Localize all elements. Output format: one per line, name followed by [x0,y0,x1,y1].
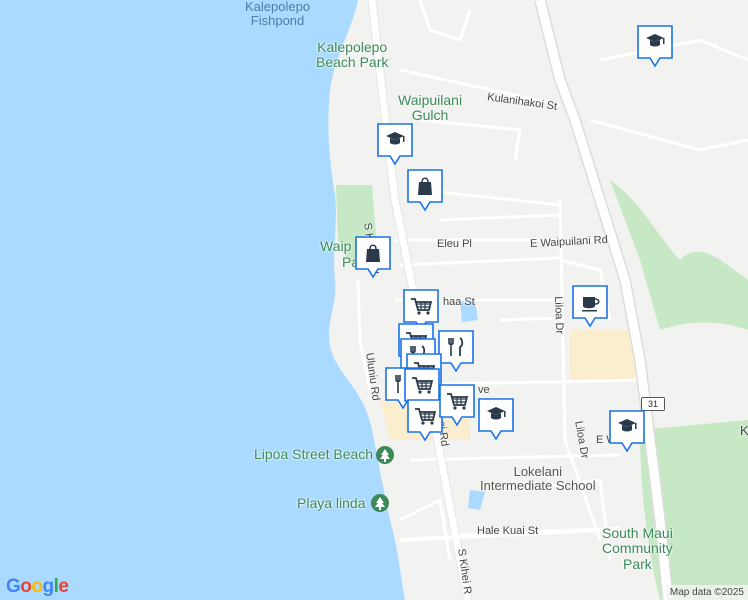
school-marker[interactable] [635,23,679,73]
school-marker[interactable] [476,396,520,446]
label-kalepolepo-fishpond: Kalepolepo Fishpond [245,0,311,29]
shopping-marker[interactable] [353,234,397,284]
park-area [570,330,635,380]
label-kalepolepo-beach-park[interactable]: Kalepolepo Beach Park [316,39,388,71]
label-lokelani-school[interactable]: Lokelani Intermediate School [480,464,596,494]
label-south-maui-community-park[interactable]: South Maui Community Park [602,525,673,572]
label-playa-linda[interactable]: Playa linda [297,495,366,511]
map-canvas[interactable]: Kalepolepo Fishpond Kalepolepo Beach Par… [0,0,748,600]
label-k-partial: K [740,423,748,438]
label-waipuilani-gulch[interactable]: Waipuilani Gulch [398,92,462,124]
shopping-marker[interactable] [405,167,449,217]
tree-icon[interactable] [371,494,389,512]
label-lipoa-street-beach[interactable]: Lipoa Street Beach [254,446,373,462]
school-marker[interactable] [375,121,419,171]
label-hale-kuai-st: Hale Kuai St [477,525,539,537]
label-eleu-pl: Eleu Pl [437,238,472,250]
map-attribution[interactable]: Map data ©2025 [665,585,748,600]
label-liloa-dr-1: Liloa Dr [552,296,566,335]
label-waipuilani-park-partial-1[interactable]: Waip [320,238,351,254]
school-marker[interactable] [607,408,651,458]
google-logo[interactable]: Google [6,576,69,598]
label-haa-st: haa St [443,296,475,308]
grocery-marker[interactable] [437,382,481,432]
tree-icon[interactable] [376,446,394,464]
cafe-marker[interactable] [570,283,614,333]
